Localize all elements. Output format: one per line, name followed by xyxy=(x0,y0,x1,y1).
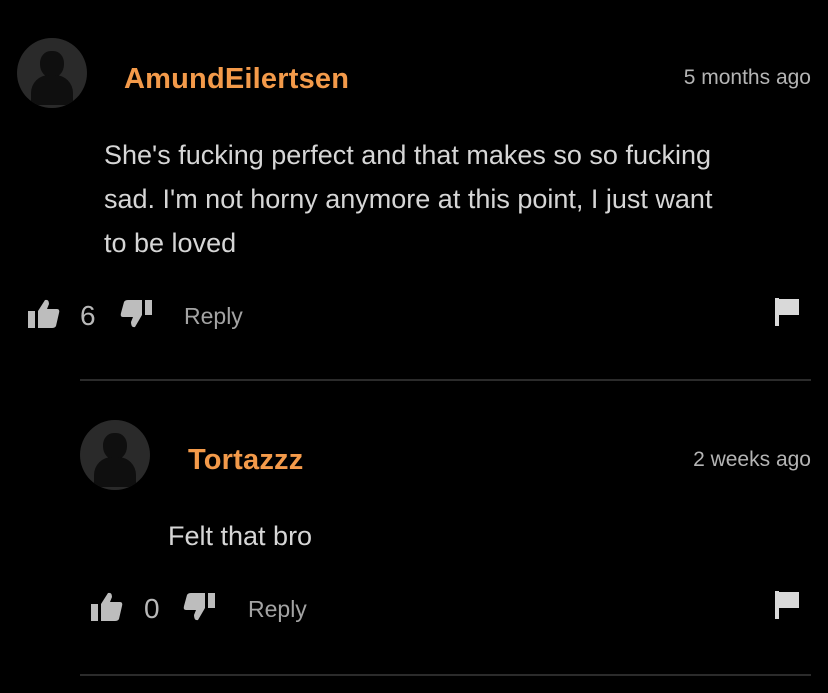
avatar-body xyxy=(94,457,136,487)
thumbs-up-icon[interactable] xyxy=(90,591,124,623)
username[interactable]: AmundEilertsen xyxy=(124,63,349,96)
reply-button[interactable]: Reply xyxy=(248,596,307,623)
like-count: 0 xyxy=(144,593,160,624)
comment-line: to be loved xyxy=(104,228,237,258)
avatar[interactable] xyxy=(80,420,150,490)
divider xyxy=(80,379,811,381)
comment-line: Felt that bro xyxy=(168,521,313,551)
thumbs-down-icon[interactable] xyxy=(182,591,216,623)
reply-button[interactable]: Reply xyxy=(184,303,243,330)
thumbs-down-icon[interactable] xyxy=(119,298,153,330)
avatar-head xyxy=(40,51,64,78)
comments-section: AmundEilertsen 5 months ago She's fuckin… xyxy=(0,0,828,693)
thumbs-up-icon[interactable] xyxy=(27,298,61,330)
flag-icon[interactable] xyxy=(773,297,801,327)
avatar-head xyxy=(103,433,127,460)
timestamp: 2 weeks ago xyxy=(693,448,811,471)
avatar[interactable] xyxy=(17,38,87,108)
comment-text: Felt that bro xyxy=(168,514,312,558)
username[interactable]: Tortazzz xyxy=(188,444,303,477)
comment-text: She's fucking perfect and that makes so … xyxy=(104,133,712,265)
comment-actions: 6 Reply xyxy=(0,296,828,336)
flag-icon[interactable] xyxy=(773,590,801,620)
comment-line: sad. I'm not horny anymore at this point… xyxy=(104,184,713,214)
divider xyxy=(80,674,811,676)
like-count: 6 xyxy=(80,300,96,331)
avatar-body xyxy=(31,75,73,105)
comment-line: She's fucking perfect and that makes so … xyxy=(104,140,711,170)
comment-actions: 0 Reply xyxy=(0,589,828,629)
timestamp: 5 months ago xyxy=(683,66,811,89)
